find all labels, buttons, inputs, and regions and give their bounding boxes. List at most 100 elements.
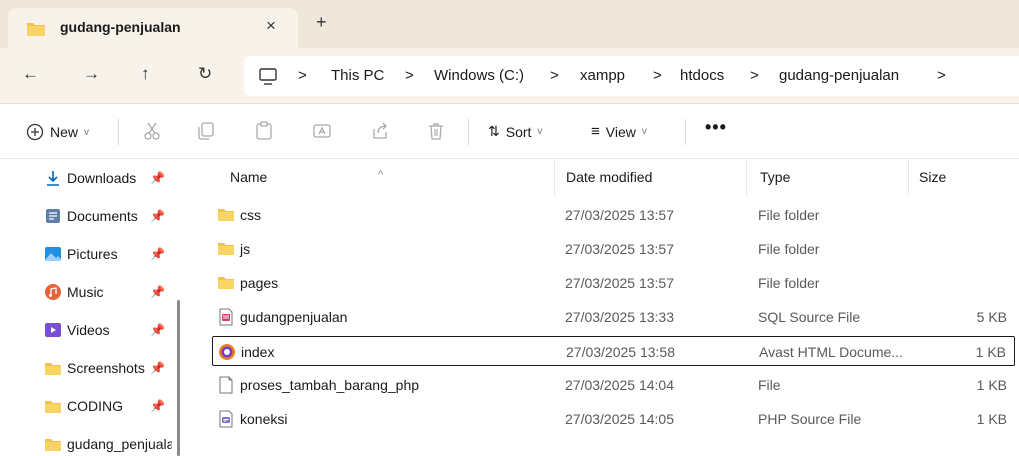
sort-button[interactable]: ⇅ Sort v: [488, 123, 542, 140]
column-header-size[interactable]: Size: [919, 169, 946, 185]
file-name: js: [240, 241, 251, 257]
tab-title: gudang-penjualan: [60, 19, 181, 35]
share-icon[interactable]: [370, 121, 390, 141]
file-date: 27/03/2025 13:57: [565, 241, 674, 257]
view-label: View: [605, 123, 636, 140]
divider: [685, 119, 686, 145]
back-button[interactable]: ←: [22, 64, 39, 84]
paste-icon[interactable]: [254, 121, 274, 141]
download-icon: [47, 171, 59, 186]
file-list: ^ Name Date modified Type Size css 27/03…: [190, 159, 1019, 456]
breadcrumb-gudang-penjualan[interactable]: gudang-penjualan: [779, 67, 899, 84]
file-name: koneksi: [240, 411, 288, 427]
file-name: css: [240, 207, 261, 223]
refresh-button[interactable]: ↻: [198, 64, 212, 84]
copy-icon[interactable]: [196, 121, 216, 141]
file-date: 27/03/2025 13:57: [565, 207, 674, 223]
address-bar[interactable]: > This PC > Windows (C:) > xampp > htdoc…: [244, 56, 1019, 96]
file-name: gudangpenjualan: [240, 309, 348, 325]
file-name: index: [241, 344, 275, 360]
cut-icon[interactable]: [142, 121, 162, 141]
breadcrumb-htdocs[interactable]: htdocs: [680, 67, 724, 84]
file-row-proses-tambah-barang-php[interactable]: proses_tambah_barang_php 27/03/2025 14:0…: [212, 370, 1015, 400]
column-divider[interactable]: [746, 159, 747, 195]
file-name: proses_tambah_barang_php: [240, 377, 420, 393]
column-divider[interactable]: [908, 159, 909, 195]
close-tab-icon[interactable]: ×: [266, 16, 276, 36]
folder-icon: [218, 277, 234, 289]
column-header-row: ^ Name Date modified Type Size: [190, 159, 1019, 195]
folder-icon: [218, 209, 234, 221]
breadcrumb-xampp[interactable]: xampp: [580, 67, 625, 84]
pin-icon[interactable]: 📌: [150, 171, 165, 185]
sidebar-item-label: Documents: [67, 208, 138, 224]
address-row: ← → ↑ ↻ > This PC > Windows (C:) > xampp…: [0, 48, 1019, 104]
chevron-down-icon: v: [84, 126, 90, 138]
file-row-koneksi[interactable]: koneksi 27/03/2025 14:05 PHP Source File…: [212, 404, 1015, 434]
tab-gudang-penjualan[interactable]: gudang-penjualan ×: [8, 8, 298, 48]
file-type: File folder: [758, 241, 820, 257]
breadcrumb-separator[interactable]: >: [937, 67, 946, 84]
up-button[interactable]: ↑: [141, 64, 150, 84]
column-header-date[interactable]: Date modified: [566, 169, 652, 185]
file-date: 27/03/2025 14:05: [565, 411, 674, 427]
new-tab-button[interactable]: +: [316, 12, 327, 33]
file-type: File: [758, 377, 781, 393]
breadcrumb-windows-c[interactable]: Windows (C:): [434, 67, 524, 84]
file-date: 27/03/2025 13:57: [565, 275, 674, 291]
column-header-type[interactable]: Type: [760, 169, 790, 185]
file-row-css[interactable]: css 27/03/2025 13:57 File folder: [212, 200, 1015, 230]
new-button[interactable]: New v: [26, 123, 89, 141]
file-row-index[interactable]: index 27/03/2025 13:58 Avast HTML Docume…: [212, 336, 1015, 366]
breadcrumb-separator[interactable]: >: [653, 67, 662, 84]
pin-icon[interactable]: 📌: [150, 209, 165, 223]
monitor-icon: [259, 68, 277, 85]
forward-button[interactable]: →: [83, 64, 100, 84]
file-size: 5 KB: [976, 309, 1007, 325]
file-date: 27/03/2025 13:33: [565, 309, 674, 325]
pin-icon[interactable]: 📌: [150, 323, 165, 337]
sort-label: Sort: [505, 123, 532, 140]
videos-icon: [45, 323, 61, 337]
navigation-pane: Downloads 📌 Documents 📌 Pictures 📌 Music…: [0, 159, 190, 456]
file-type: Avast HTML Docume...: [759, 344, 903, 360]
documents-icon: [46, 209, 60, 223]
file-size: 1 KB: [975, 344, 1006, 360]
rename-icon[interactable]: [312, 121, 332, 141]
music-icon: [45, 284, 61, 300]
file-date: 27/03/2025 13:58: [566, 344, 675, 360]
delete-icon[interactable]: [426, 121, 446, 141]
pin-icon[interactable]: 📌: [150, 285, 165, 299]
sidebar-item-label: Screenshots: [67, 360, 145, 376]
breadcrumb-separator[interactable]: >: [750, 67, 759, 84]
file-row-pages[interactable]: pages 27/03/2025 13:57 File folder: [212, 268, 1015, 298]
breadcrumb-this-pc[interactable]: This PC: [331, 67, 384, 84]
command-bar: New v ⇅ Sort v ≡ View v •••: [0, 105, 1019, 159]
pin-icon[interactable]: 📌: [150, 361, 165, 375]
folder-icon: [27, 23, 45, 36]
sidebar-item-label: Pictures: [67, 246, 118, 262]
tab-strip: gudang-penjualan × +: [0, 0, 1019, 48]
folder-icon: [45, 363, 61, 375]
breadcrumb-separator[interactable]: >: [550, 67, 559, 84]
more-options-button[interactable]: •••: [705, 117, 727, 138]
sort-icon: ⇅: [488, 123, 500, 139]
blank-file-icon: [219, 376, 233, 394]
sidebar-item-label: gudang_penjualan: [67, 436, 172, 452]
file-type: PHP Source File: [758, 411, 862, 427]
view-icon: ≡: [591, 123, 600, 140]
file-row-gudangpenjualan[interactable]: gudangpenjualan 27/03/2025 13:33 SQL Sou…: [212, 302, 1015, 332]
file-type: SQL Source File: [758, 309, 861, 325]
pin-icon[interactable]: 📌: [150, 399, 165, 413]
column-header-name[interactable]: Name: [230, 169, 267, 185]
view-button[interactable]: ≡ View v: [591, 123, 647, 140]
pin-icon[interactable]: 📌: [150, 247, 165, 261]
sort-caret-icon: ^: [378, 169, 384, 181]
sidebar-item-gudang-penjualan[interactable]: gudang_penjualan: [44, 429, 172, 456]
plus-circle-icon: [26, 123, 44, 141]
breadcrumb-separator[interactable]: >: [405, 67, 414, 84]
file-row-js[interactable]: js 27/03/2025 13:57 File folder: [212, 234, 1015, 264]
file-type: File folder: [758, 207, 820, 223]
sidebar-scrollbar[interactable]: [177, 300, 180, 456]
column-divider[interactable]: [554, 159, 555, 195]
